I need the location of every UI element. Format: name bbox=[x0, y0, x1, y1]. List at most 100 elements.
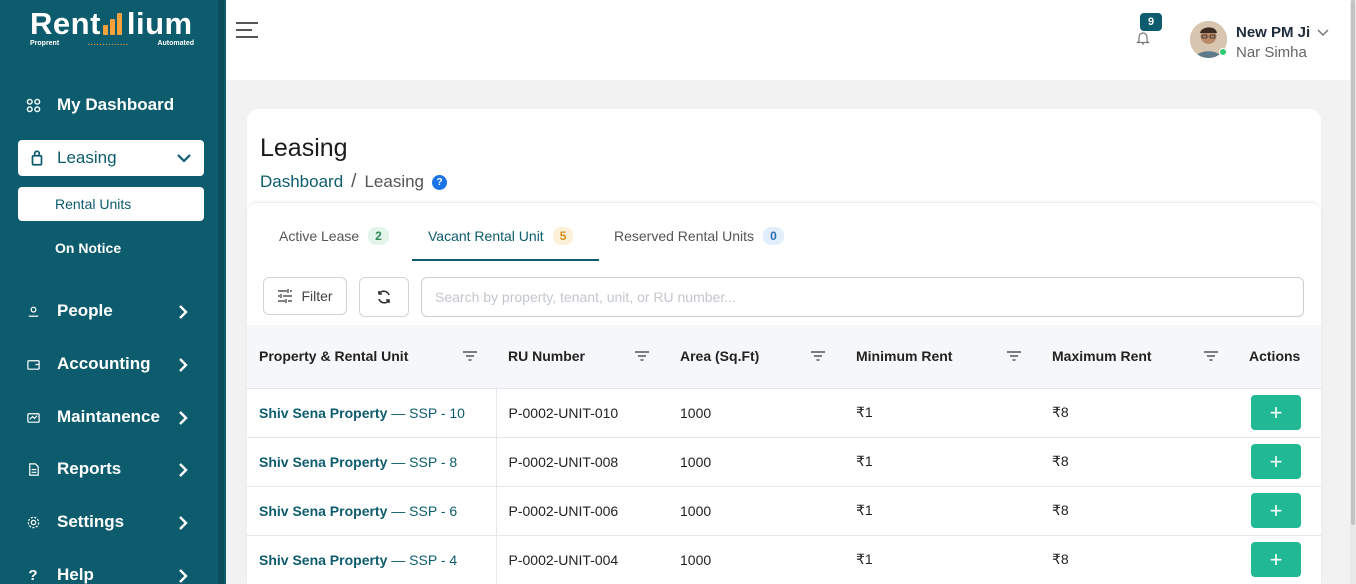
ru-number-cell: P-0002-UNIT-004 bbox=[508, 551, 619, 568]
property-cell[interactable]: Shiv Sena Property — SSP - 8 bbox=[247, 437, 497, 486]
area-cell: 1000 bbox=[680, 551, 712, 568]
question-icon: ? bbox=[28, 566, 38, 584]
chevron-right-icon bbox=[179, 358, 188, 372]
chevron-down-icon[interactable] bbox=[1317, 28, 1329, 37]
sidebar-scrollbar[interactable] bbox=[218, 0, 224, 584]
refresh-button[interactable] bbox=[359, 277, 409, 317]
column-header-label: Maximum Rent bbox=[1052, 348, 1152, 365]
rental-units-panel: Active Lease 2 Vacant Rental Unit 5 Rese… bbox=[247, 202, 1321, 584]
sidebar-item-label: Reports bbox=[57, 459, 122, 478]
tab-reserved-rental-units[interactable]: Reserved Rental Units 0 bbox=[614, 227, 784, 245]
tagline-right: Automated bbox=[157, 40, 194, 47]
property-cell[interactable]: Shiv Sena Property — SSP - 10 bbox=[247, 388, 497, 437]
ru-number-cell: P-0002-UNIT-008 bbox=[508, 453, 619, 470]
actions-cell: + bbox=[1237, 535, 1321, 584]
max-rent-cell: ₹8 bbox=[1052, 404, 1069, 420]
sidebar-item-label: My Dashboard bbox=[57, 95, 175, 114]
min-rent-cell: ₹1 bbox=[856, 404, 873, 420]
sidebar: Rent lium Proprent .............. Automat… bbox=[0, 0, 226, 584]
sidebar-item-maintanence[interactable]: Maintanence bbox=[24, 407, 160, 427]
bell-icon[interactable] bbox=[1136, 30, 1150, 46]
tools-icon bbox=[24, 408, 42, 426]
property-name-link[interactable]: Shiv Sena Property bbox=[259, 552, 387, 568]
property-name-link[interactable]: Shiv Sena Property bbox=[259, 503, 387, 519]
sort-icon[interactable] bbox=[634, 350, 650, 362]
logo-suffix: lium bbox=[126, 6, 193, 41]
sort-icon[interactable] bbox=[462, 350, 478, 362]
sidebar-item-label: Accounting bbox=[57, 354, 151, 373]
column-header[interactable]: Minimum Rent bbox=[844, 325, 1040, 388]
column-header-label: Actions bbox=[1249, 348, 1301, 365]
sidebar-subitem-rental-units[interactable]: Rental Units bbox=[18, 187, 204, 221]
tab-label: Vacant Rental Unit bbox=[428, 228, 544, 244]
chevron-down-icon bbox=[177, 154, 191, 163]
column-header[interactable]: Property & Rental Unit bbox=[247, 325, 496, 388]
table-header-row: Property & Rental Unit RU Number Area (S… bbox=[247, 325, 1321, 388]
user-name[interactable]: New PM Ji bbox=[1236, 24, 1310, 41]
property-cell[interactable]: Shiv Sena Property — SSP - 4 bbox=[247, 535, 497, 584]
area-cell: 1000 bbox=[680, 502, 712, 519]
sidebar-item-help[interactable]: ? Help bbox=[24, 565, 94, 584]
column-header[interactable]: RU Number bbox=[496, 325, 668, 388]
refresh-icon bbox=[378, 290, 390, 304]
help-icon[interactable]: ? bbox=[432, 174, 448, 190]
user-role: Nar Simha bbox=[1236, 44, 1307, 61]
table-row: Shiv Sena Property — SSP - 6 P-0002-UNIT… bbox=[247, 486, 1321, 535]
min-rent-cell: ₹1 bbox=[856, 551, 873, 568]
page-title: Leasing bbox=[260, 134, 348, 162]
page-scrollbar[interactable] bbox=[1350, 0, 1356, 584]
chevron-right-icon bbox=[179, 569, 188, 583]
filter-button[interactable]: Filter bbox=[263, 277, 347, 315]
notification-badge: 9 bbox=[1140, 13, 1162, 31]
column-header[interactable]: Maximum Rent bbox=[1040, 325, 1237, 388]
sidebar-item-label: Help bbox=[57, 565, 94, 584]
lock-document-icon bbox=[28, 149, 46, 167]
add-action-button[interactable]: + bbox=[1251, 444, 1301, 479]
sidebar-item-accounting[interactable]: Accounting bbox=[24, 354, 151, 374]
tab-vacant-rental-unit[interactable]: Vacant Rental Unit 5 bbox=[428, 227, 574, 245]
tab-label: Active Lease bbox=[279, 228, 360, 244]
add-action-button[interactable]: + bbox=[1251, 542, 1301, 578]
chevron-right-icon bbox=[179, 411, 188, 425]
add-action-button[interactable]: + bbox=[1251, 493, 1301, 528]
max-rent-cell: ₹8 bbox=[1052, 502, 1069, 518]
logo-tagline: Proprent .............. Automated bbox=[30, 40, 194, 47]
property-cell[interactable]: Shiv Sena Property — SSP - 6 bbox=[247, 486, 497, 535]
sort-icon[interactable] bbox=[810, 350, 826, 362]
tagline-dots: .............. bbox=[87, 40, 129, 47]
sort-icon[interactable] bbox=[1203, 350, 1219, 362]
unit-label: — SSP - 6 bbox=[387, 502, 458, 519]
add-action-button[interactable]: + bbox=[1251, 395, 1301, 430]
sidebar-item-label: Maintanence bbox=[57, 407, 160, 426]
max-rent-cell: ₹8 bbox=[1052, 453, 1069, 469]
wallet-icon bbox=[24, 355, 42, 373]
search-input[interactable] bbox=[421, 277, 1304, 317]
menu-toggle-icon[interactable] bbox=[236, 22, 258, 40]
column-header-label: RU Number bbox=[508, 348, 586, 365]
property-name-link[interactable]: Shiv Sena Property bbox=[259, 454, 387, 470]
tab-bar: Active Lease 2 Vacant Rental Unit 5 Rese… bbox=[247, 203, 1321, 261]
sidebar-item-leasing[interactable]: Leasing bbox=[18, 140, 204, 176]
property-name-link[interactable]: Shiv Sena Property bbox=[259, 405, 387, 421]
actions-cell: + bbox=[1237, 388, 1321, 437]
leasing-card: Leasing Dashboard / Leasing ? Active Lea… bbox=[247, 109, 1321, 584]
sidebar-item-people[interactable]: People bbox=[24, 301, 113, 321]
sidebar-item-reports[interactable]: Reports bbox=[24, 459, 121, 479]
table-row: Shiv Sena Property — SSP - 10 P-0002-UNI… bbox=[247, 388, 1321, 437]
sort-icon[interactable] bbox=[1006, 350, 1022, 362]
tab-count-badge: 0 bbox=[763, 227, 784, 245]
tagline-left: Proprent bbox=[30, 40, 60, 47]
sidebar-item-dashboard[interactable]: My Dashboard bbox=[24, 95, 174, 115]
brand-logo[interactable]: Rent lium Proprent .............. Automat… bbox=[30, 6, 200, 50]
max-rent-cell: ₹8 bbox=[1052, 551, 1069, 568]
breadcrumb-current: Leasing bbox=[364, 172, 425, 191]
column-header-label: Minimum Rent bbox=[856, 348, 953, 365]
sidebar-item-settings[interactable]: Settings bbox=[24, 512, 124, 532]
column-header: Actions bbox=[1237, 325, 1321, 388]
sidebar-subitem-on-notice[interactable]: On Notice bbox=[55, 240, 121, 256]
table-row: Shiv Sena Property — SSP - 8 P-0002-UNIT… bbox=[247, 437, 1321, 486]
min-rent-cell: ₹1 bbox=[856, 453, 873, 469]
column-header[interactable]: Area (Sq.Ft) bbox=[668, 325, 844, 388]
tab-active-lease[interactable]: Active Lease 2 bbox=[279, 227, 389, 245]
breadcrumb-dashboard-link[interactable]: Dashboard bbox=[260, 172, 343, 192]
